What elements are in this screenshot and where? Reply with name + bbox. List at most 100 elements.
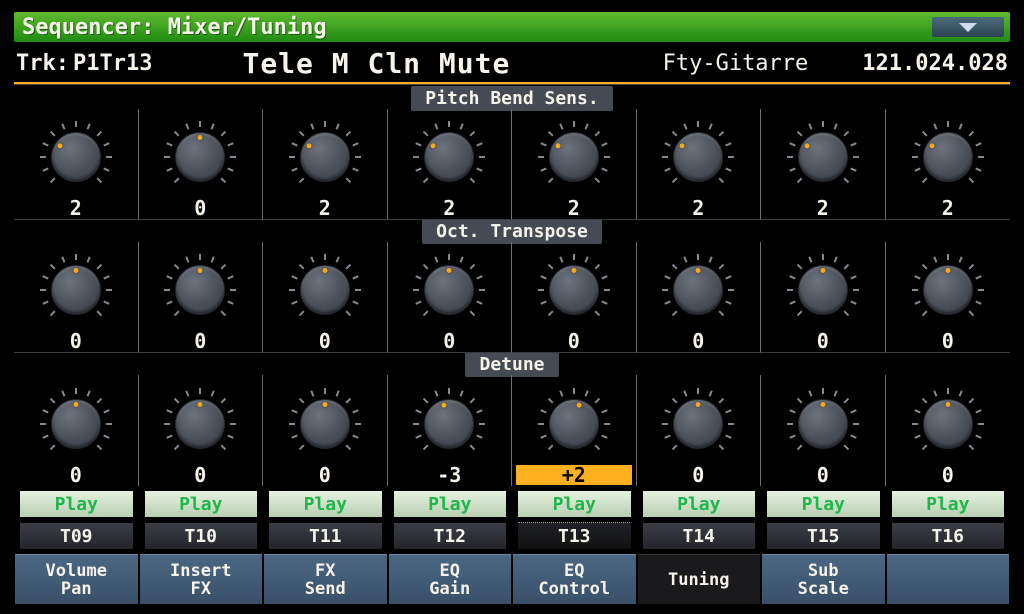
oct-transpose-cell[interactable]: 0 <box>263 242 388 353</box>
oct-transpose-cell[interactable]: 0 <box>761 242 886 353</box>
pitch-bend-knob[interactable] <box>658 117 738 197</box>
oct-transpose-value[interactable]: 0 <box>641 331 757 351</box>
oct-transpose-cell[interactable]: 0 <box>139 242 264 353</box>
pitch-bend-value[interactable]: 0 <box>143 198 259 218</box>
page-menu-dropdown[interactable] <box>932 17 1004 37</box>
oct-transpose-cell[interactable]: 0 <box>14 242 139 353</box>
detune-cell[interactable]: +2 <box>512 375 637 486</box>
detune-value[interactable]: 0 <box>143 465 259 485</box>
track-tab[interactable]: T09 <box>19 522 134 550</box>
page-tab-volume-pan[interactable]: Volume Pan <box>15 554 138 604</box>
pitch-bend-knob[interactable] <box>783 117 863 197</box>
detune-knob[interactable] <box>409 384 489 464</box>
pitch-bend-cell[interactable]: 2 <box>637 109 762 220</box>
oct-transpose-knob[interactable] <box>908 250 988 330</box>
pitch-bend-knob[interactable] <box>534 117 614 197</box>
patch-name[interactable]: Tele M Cln Mute <box>242 47 510 80</box>
track-tab[interactable]: T10 <box>144 522 259 550</box>
pitch-bend-cell[interactable]: 0 <box>139 109 264 220</box>
oct-transpose-knob[interactable] <box>658 250 738 330</box>
pitch-bend-knob[interactable] <box>285 117 365 197</box>
trk-name[interactable]: P1Tr13 <box>73 51 152 76</box>
detune-knob[interactable] <box>908 384 988 464</box>
track-tab[interactable]: T15 <box>766 522 881 550</box>
page-tab-sub-scale[interactable]: Sub Scale <box>762 554 885 604</box>
row-detune: 000-3+2000 <box>14 375 1010 486</box>
pitch-bend-cell[interactable]: 2 <box>512 109 637 220</box>
detune-value[interactable]: -3 <box>392 465 508 485</box>
detune-value[interactable]: 0 <box>890 465 1007 485</box>
play-button[interactable]: Play <box>393 490 508 518</box>
track-tab[interactable]: T13 <box>517 522 632 550</box>
oct-transpose-value[interactable]: 0 <box>765 331 881 351</box>
detune-knob[interactable] <box>160 384 240 464</box>
oct-transpose-value[interactable]: 0 <box>267 331 383 351</box>
oct-transpose-knob[interactable] <box>285 250 365 330</box>
detune-cell[interactable]: 0 <box>886 375 1011 486</box>
page-tab-fx-send[interactable]: FX Send <box>264 554 387 604</box>
oct-transpose-value[interactable]: 0 <box>143 331 259 351</box>
detune-knob[interactable] <box>534 384 614 464</box>
play-button[interactable]: Play <box>268 490 383 518</box>
pitch-bend-cell[interactable]: 2 <box>388 109 513 220</box>
page-tab-insert-fx[interactable]: Insert FX <box>140 554 263 604</box>
detune-cell[interactable]: 0 <box>637 375 762 486</box>
detune-value[interactable]: +2 <box>516 465 632 485</box>
pitch-bend-value[interactable]: 2 <box>267 198 383 218</box>
pitch-bend-knob[interactable] <box>36 117 116 197</box>
oct-transpose-knob[interactable] <box>409 250 489 330</box>
pitch-bend-cell[interactable]: 2 <box>263 109 388 220</box>
detune-value[interactable]: 0 <box>641 465 757 485</box>
page-tab-eq-control[interactable]: EQ Control <box>513 554 636 604</box>
track-tab[interactable]: T16 <box>891 522 1006 550</box>
pitch-bend-value[interactable]: 2 <box>641 198 757 218</box>
track-tab[interactable]: T12 <box>393 522 508 550</box>
pitch-bend-knob[interactable] <box>409 117 489 197</box>
oct-transpose-value[interactable]: 0 <box>392 331 508 351</box>
play-button[interactable]: Play <box>891 490 1006 518</box>
pitch-bend-value[interactable]: 2 <box>18 198 134 218</box>
oct-transpose-value[interactable]: 0 <box>516 331 632 351</box>
pitch-bend-knob[interactable] <box>908 117 988 197</box>
oct-transpose-cell[interactable]: 0 <box>637 242 762 353</box>
play-button[interactable]: Play <box>642 490 757 518</box>
oct-transpose-knob[interactable] <box>534 250 614 330</box>
oct-transpose-value[interactable]: 0 <box>18 331 134 351</box>
pitch-bend-cell[interactable]: 2 <box>886 109 1011 220</box>
play-button[interactable]: Play <box>19 490 134 518</box>
detune-cell[interactable]: 0 <box>14 375 139 486</box>
play-button[interactable]: Play <box>517 490 632 518</box>
page-tab-tuning[interactable]: Tuning <box>638 554 761 604</box>
detune-knob[interactable] <box>36 384 116 464</box>
detune-value[interactable]: 0 <box>267 465 383 485</box>
pitch-bend-knob[interactable] <box>160 117 240 197</box>
oct-transpose-knob[interactable] <box>160 250 240 330</box>
detune-knob[interactable] <box>783 384 863 464</box>
play-button[interactable]: Play <box>144 490 259 518</box>
page-tab-eq-gain[interactable]: EQ Gain <box>389 554 512 604</box>
detune-knob[interactable] <box>285 384 365 464</box>
detune-value[interactable]: 0 <box>18 465 134 485</box>
pitch-bend-value[interactable]: 2 <box>765 198 881 218</box>
detune-cell[interactable]: 0 <box>139 375 264 486</box>
detune-cell[interactable]: 0 <box>263 375 388 486</box>
detune-knob[interactable] <box>658 384 738 464</box>
pitch-bend-value[interactable]: 2 <box>516 198 632 218</box>
track-tab[interactable]: T14 <box>642 522 757 550</box>
oct-transpose-cell[interactable]: 0 <box>512 242 637 353</box>
oct-transpose-value[interactable]: 0 <box>890 331 1007 351</box>
detune-cell[interactable]: -3 <box>388 375 513 486</box>
pitch-bend-cell[interactable]: 2 <box>761 109 886 220</box>
oct-transpose-cell[interactable]: 0 <box>886 242 1011 353</box>
play-button[interactable]: Play <box>766 490 881 518</box>
track-tab[interactable]: T11 <box>268 522 383 550</box>
pitch-bend-value[interactable]: 2 <box>890 198 1007 218</box>
oct-transpose-knob[interactable] <box>783 250 863 330</box>
pitch-bend-value[interactable]: 2 <box>392 198 508 218</box>
oct-transpose-knob[interactable] <box>36 250 116 330</box>
pitch-bend-cell[interactable]: 2 <box>14 109 139 220</box>
detune-value[interactable]: 0 <box>765 465 881 485</box>
detune-cell[interactable]: 0 <box>761 375 886 486</box>
oct-transpose-cell[interactable]: 0 <box>388 242 513 353</box>
track-selector-row: T09 T10 T11 T12 T13 T14 T15 T16 <box>14 520 1010 552</box>
